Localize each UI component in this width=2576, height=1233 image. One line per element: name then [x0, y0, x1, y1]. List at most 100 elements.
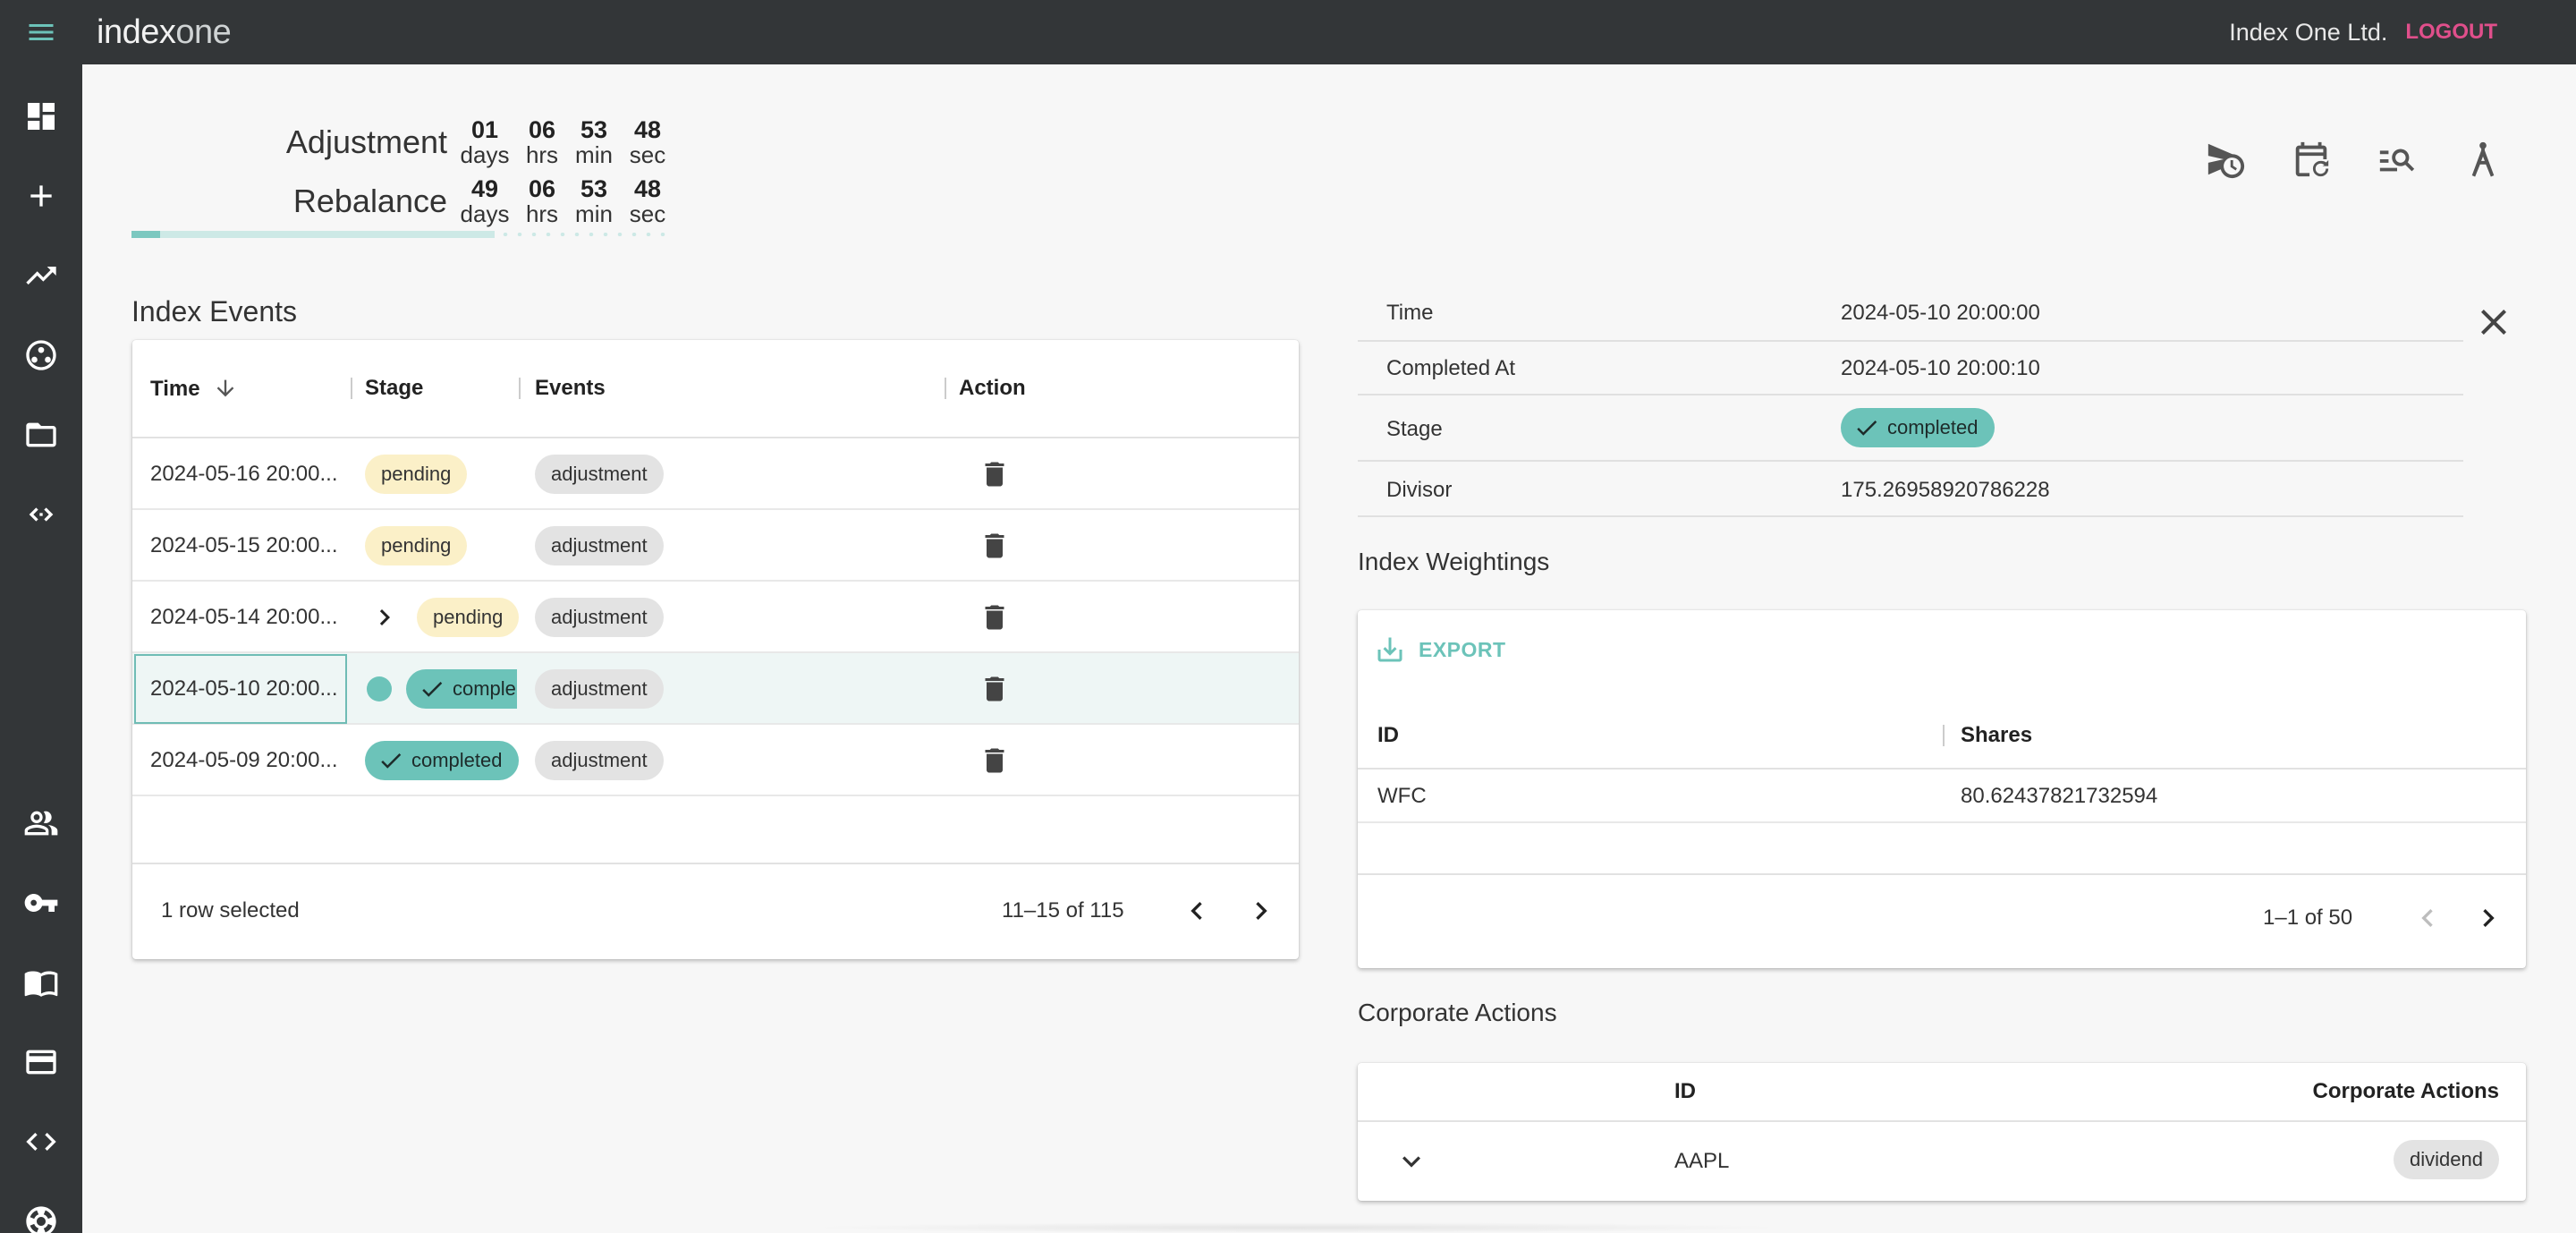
- status-dot: [367, 676, 392, 702]
- id-column-header[interactable]: ID: [1377, 723, 1399, 748]
- chevron-left-icon: [1191, 902, 1202, 920]
- detail-row-stage: Stage completed: [1358, 395, 2463, 462]
- event-chip: adjustment: [535, 455, 664, 494]
- event-time: 2024-05-10 20:00...: [150, 676, 338, 701]
- delete-button[interactable]: [979, 744, 1011, 777]
- close-icon: [2481, 310, 2506, 335]
- event-chip: adjustment: [535, 741, 664, 780]
- table-row[interactable]: 2024-05-15 20:00... pending adjustment: [132, 510, 1299, 582]
- detail-label: Completed At: [1386, 356, 1516, 380]
- corporate-actions-column-header[interactable]: Corporate Actions: [2313, 1079, 2499, 1104]
- event-chip: adjustment: [535, 598, 664, 637]
- event-chip: adjustment: [535, 526, 664, 565]
- calendar-restore-icon: [2295, 141, 2329, 177]
- time-column-header[interactable]: Time: [150, 376, 238, 402]
- adjustment-label: Adjustment: [285, 123, 447, 160]
- sidebar-item-api[interactable]: [0, 488, 82, 541]
- sidebar-item-billing[interactable]: [0, 1035, 82, 1089]
- shares-column-header[interactable]: Shares: [1961, 723, 2032, 748]
- table-row[interactable]: AAPL dividend: [1358, 1122, 2526, 1201]
- event-time: 2024-05-09 20:00...: [150, 748, 338, 772]
- table-row[interactable]: 2024-05-16 20:00... pending adjustment: [132, 438, 1299, 510]
- action-column-header[interactable]: Action: [959, 376, 1026, 401]
- event-time: 2024-05-16 20:00...: [150, 462, 338, 486]
- expand-row-button[interactable]: [369, 601, 401, 634]
- search-list-button[interactable]: [2372, 134, 2422, 184]
- detail-value: 2024-05-10 20:00:10: [1841, 356, 2040, 380]
- sidebar-item-users[interactable]: [0, 796, 82, 850]
- selected-row-count: 1 row selected: [161, 898, 300, 923]
- adjustment-sec: 48 sec: [629, 116, 666, 168]
- delete-button[interactable]: [979, 458, 1011, 490]
- schedule-send-icon: [2207, 143, 2245, 179]
- next-page-button[interactable]: [2467, 897, 2510, 940]
- next-page-button[interactable]: [1240, 889, 1283, 932]
- table-row[interactable]: WFC 80.62437821732594: [1358, 770, 2526, 823]
- detail-row-time: Time 2024-05-10 20:00:00: [1358, 285, 2463, 342]
- rebalance-days: 49 days: [460, 175, 510, 227]
- pagination-range: 11–15 of 115: [1002, 898, 1124, 923]
- detail-value: 175.26958920786228: [1841, 478, 2050, 502]
- index-weightings-title: Index Weightings: [1358, 548, 1550, 575]
- close-detail-button[interactable]: [2472, 301, 2515, 344]
- sidebar-item-performance[interactable]: [0, 249, 82, 302]
- download-icon: [1377, 637, 1402, 662]
- organization-name: Index One Ltd.: [2229, 18, 2388, 46]
- table-row-selected[interactable]: 2024-05-10 20:00... comple adjustment: [132, 653, 1299, 725]
- billing-card-icon: [26, 1050, 56, 1075]
- menu-button[interactable]: [0, 0, 82, 64]
- schedule-button[interactable]: [2200, 134, 2250, 184]
- sidebar-item-keys[interactable]: [0, 876, 82, 930]
- rebalance-label: Rebalance: [292, 183, 447, 219]
- sidebar: [0, 64, 82, 1233]
- expand-row-button[interactable]: [1394, 1144, 1429, 1179]
- sidebar-item-developer[interactable]: [0, 1115, 82, 1169]
- delete-button[interactable]: [979, 530, 1011, 562]
- calendar-restore-button[interactable]: [2286, 134, 2336, 184]
- sidebar-item-docs[interactable]: [0, 956, 82, 1009]
- events-table-footer: 1 row selected 11–15 of 115: [132, 863, 1299, 959]
- chevron-right-icon: [1256, 902, 1267, 920]
- adjustment-days: 01 days: [460, 116, 510, 168]
- table-row[interactable]: 2024-05-09 20:00... completed adjustment: [132, 725, 1299, 796]
- previous-page-button[interactable]: [1175, 889, 1218, 932]
- api-icon: [29, 507, 54, 522]
- table-row[interactable]: 2024-05-14 20:00... pending adjustment: [132, 582, 1299, 653]
- event-chip: adjustment: [535, 669, 664, 709]
- corporate-id: AAPL: [1674, 1149, 1730, 1173]
- chevron-right-icon: [2483, 909, 2495, 927]
- adjustment-hrs: 06 hrs: [525, 116, 559, 168]
- logo-index-text: index: [97, 13, 176, 51]
- export-button[interactable]: EXPORT: [1374, 628, 1506, 671]
- stage-column-header[interactable]: Stage: [365, 376, 423, 401]
- countdown-progress-fill: [131, 231, 161, 238]
- event-time: 2024-05-15 20:00...: [150, 533, 338, 557]
- app-logo[interactable]: indexone: [97, 13, 232, 52]
- stage-chip-completed: completed: [365, 741, 519, 780]
- check-icon: [1857, 420, 1877, 436]
- events-column-header[interactable]: Events: [535, 376, 606, 401]
- top-bar: indexone Index One Ltd. LOGOUT: [0, 0, 2576, 64]
- delete-button[interactable]: [979, 673, 1011, 705]
- previous-page-button[interactable]: [2406, 897, 2449, 940]
- sidebar-item-dashboard[interactable]: [0, 89, 82, 143]
- hamburger-menu-icon: [29, 24, 54, 40]
- sidebar-item-hub[interactable]: [0, 328, 82, 382]
- logo-one-text: one: [175, 13, 232, 51]
- rebalance-hrs: 06 hrs: [525, 175, 559, 227]
- logout-button[interactable]: LOGOUT: [2405, 20, 2497, 45]
- trash-icon: [985, 462, 1004, 487]
- trash-icon: [985, 605, 1004, 630]
- index-weightings-table: EXPORT ID Shares WFC 80.62437821732594 1…: [1358, 610, 2526, 968]
- compass-tool-button[interactable]: [2458, 134, 2508, 184]
- plus-icon: [30, 185, 52, 207]
- trash-icon: [985, 533, 1004, 558]
- weighting-id: WFC: [1377, 784, 1427, 808]
- id-column-header[interactable]: ID: [1674, 1079, 1696, 1104]
- sidebar-item-files[interactable]: [0, 408, 82, 462]
- sidebar-item-create[interactable]: [0, 169, 82, 223]
- delete-button[interactable]: [979, 601, 1011, 634]
- sidebar-item-support[interactable]: [0, 1195, 82, 1233]
- pagination-range: 1–1 of 50: [2263, 906, 2353, 930]
- adjustment-min: 53 min: [575, 116, 613, 168]
